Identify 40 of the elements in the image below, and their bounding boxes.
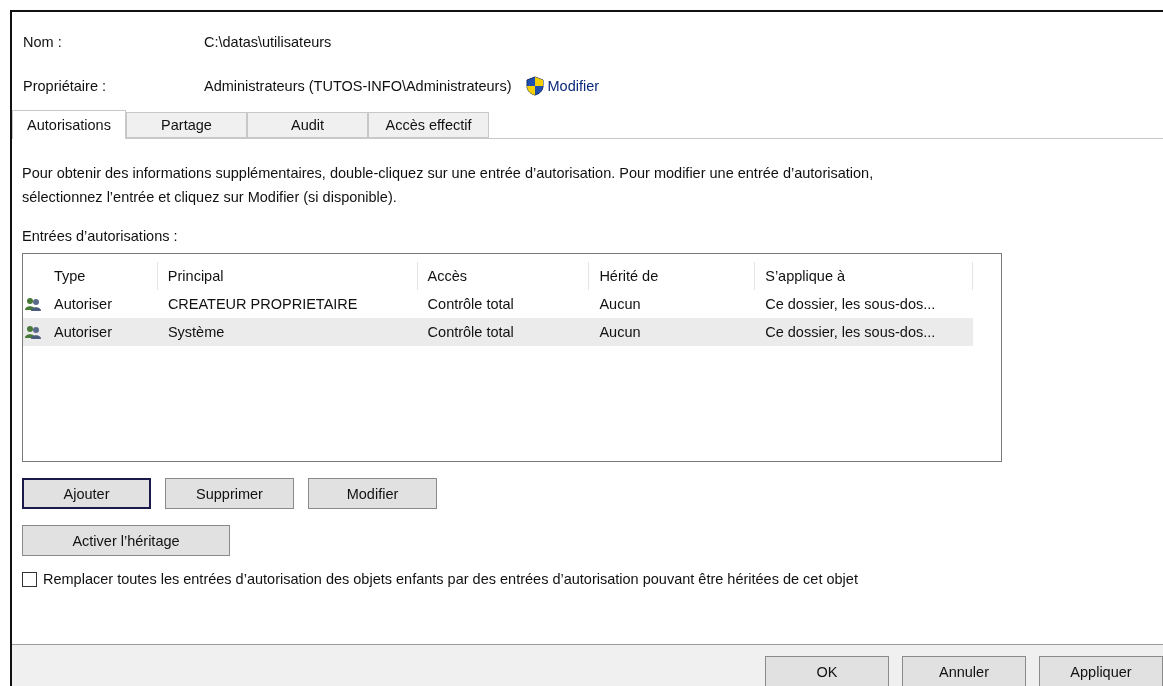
action-button[interactable]: Supprimer [165,478,294,509]
users-icon [25,325,42,339]
shield-icon [525,76,544,96]
dialog-button[interactable]: OK [765,656,889,686]
field-value: C:\datas\utilisateurs [204,34,332,50]
field-label: Nom : [23,34,63,50]
column-header[interactable]: Type [43,262,158,290]
action-button[interactable]: Ajouter [22,478,151,509]
table-row[interactable]: Autoriser CREATEUR PROPRIETAIRE Contrôle total Aucun Ce dossier, les sous-dos... [23,290,973,318]
column-header[interactable]: Accès [417,262,590,290]
table-row[interactable]: Autoriser Système Contrôle total Aucun Ce dossier, les sous-dos... [23,318,973,346]
dialog-button[interactable]: Appliquer [1039,656,1163,686]
checkbox-label: Remplacer toutes les entrées d’autorisation des objets enfants par des entrées d’autorisation pouvant être héritées de cet objet [43,571,858,587]
column-header[interactable]: S’applique à [755,262,973,290]
table-cell-text: CREATEUR PROPRIETAIRE [166,296,359,312]
tab[interactable]: Audit [247,112,368,138]
tab[interactable]: Accès effectif [368,112,489,138]
column-header[interactable]: Principal [157,262,418,290]
table-cell-text: Autoriser [53,296,113,312]
tab[interactable]: Partage [126,112,247,138]
column-header[interactable]: Hérité de [589,262,756,290]
table-cell-text: Contrôle total [426,296,515,312]
checkbox[interactable] [22,571,37,587]
table-cell-text: Autoriser [53,324,113,340]
table-cell-text: Contrôle total [426,324,515,340]
tab[interactable]: Autorisations [12,110,126,139]
entries-label: Entrées d’autorisations : [22,228,179,244]
field-label: Propriétaire : [23,78,107,94]
description-text: Pour obtenir des informations supplémentaires, double-cliquez sur une entrée d’autorisation. Pour modifier une entrée d’autorisation, sélectionnez l’entrée et cliquez sur Modifier (si disponible). [22,164,875,207]
users-icon [25,297,42,311]
dialog-button[interactable]: Annuler [902,656,1026,686]
table-cell-text: Ce dossier, les sous-dos... [764,324,937,340]
table-cell-text: Ce dossier, les sous-dos... [764,296,937,312]
action-button[interactable]: Modifier [308,478,437,509]
table-cell-text: Aucun [598,296,642,312]
table-cell-text: Aucun [598,324,642,340]
inheritance-button[interactable]: Activer l’héritage [22,525,230,556]
modify-link[interactable]: Modifier [525,76,600,96]
field-value: Administrateurs (TUTOS-INFO\Administrateurs) [204,78,512,94]
table-cell-text: Système [166,324,226,340]
